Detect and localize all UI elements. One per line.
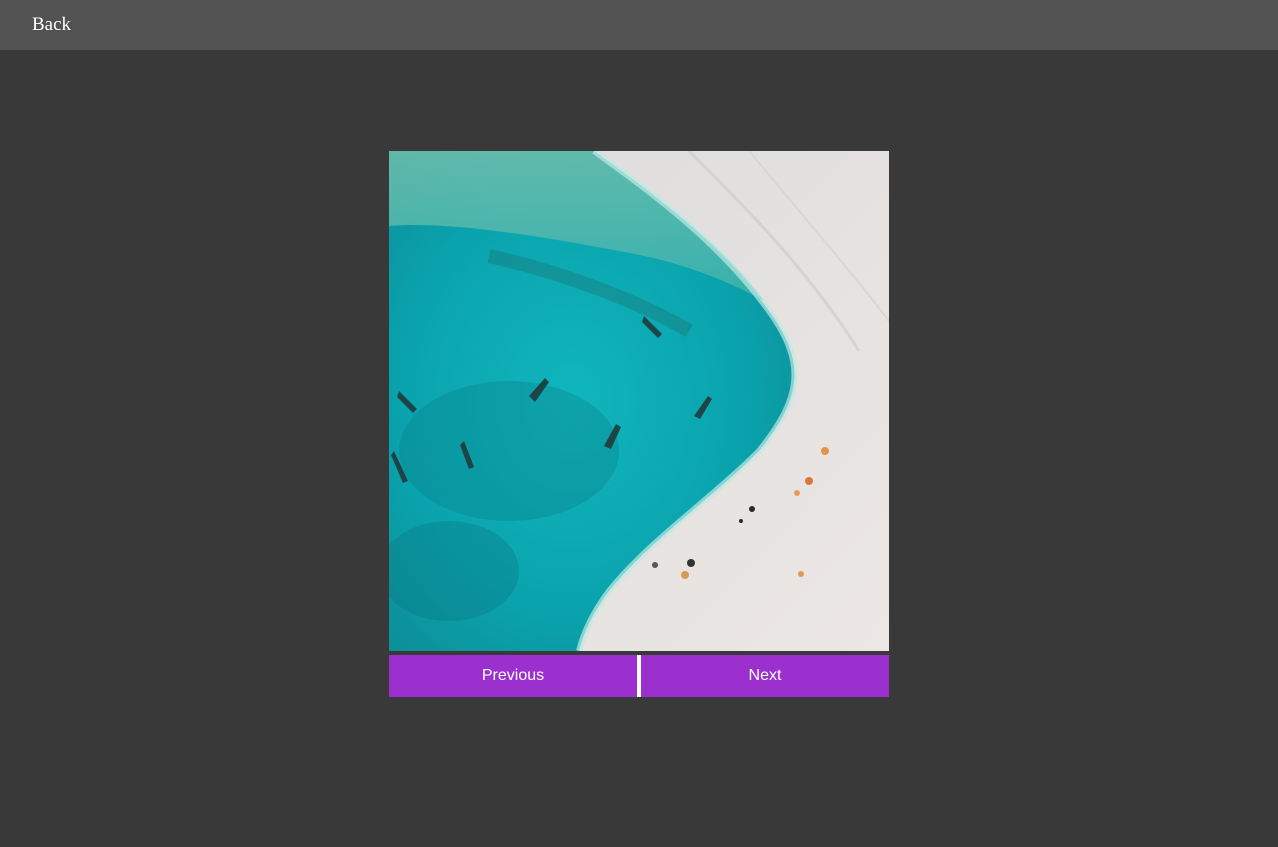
gallery-photo — [389, 151, 889, 651]
back-link[interactable]: Back — [32, 14, 71, 36]
next-button[interactable]: Next — [641, 655, 889, 697]
previous-button[interactable]: Previous — [389, 655, 637, 697]
gallery-controls: Previous Next — [389, 655, 889, 697]
top-navigation-bar: Back — [0, 0, 1278, 50]
image-viewer: Previous Next — [389, 151, 889, 697]
